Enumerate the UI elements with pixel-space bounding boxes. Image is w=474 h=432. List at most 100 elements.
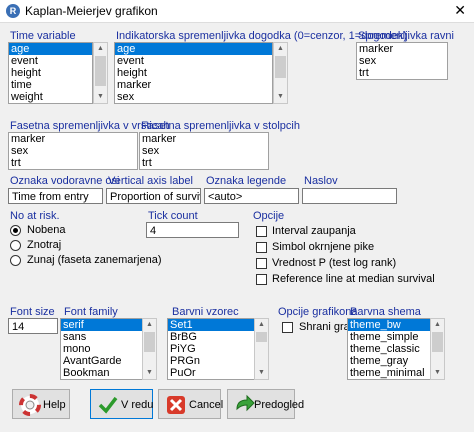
list-item[interactable]: time [9, 79, 92, 91]
list-item[interactable]: marker [140, 133, 268, 145]
list-item[interactable]: PuOr [168, 367, 254, 379]
scroll-thumb[interactable] [144, 332, 155, 352]
time-variable-scrollbar[interactable]: ▲ ▼ [93, 42, 108, 104]
help-button-label: Help [43, 399, 66, 411]
list-item[interactable]: theme_minimal [348, 367, 430, 379]
list-item[interactable]: Set1 [168, 319, 254, 331]
list-item[interactable]: mono [61, 343, 142, 355]
checkmark-icon [98, 396, 118, 414]
checkbox-icon[interactable] [256, 242, 267, 253]
list-item[interactable]: weight [9, 91, 92, 103]
scroll-thumb[interactable] [432, 332, 443, 352]
list-item[interactable]: marker [115, 79, 272, 91]
list-item[interactable]: theme_classic [348, 343, 430, 355]
list-item[interactable]: age [9, 43, 92, 55]
checkbox-icon[interactable] [256, 258, 267, 269]
font-family-scrollbar[interactable]: ▲ ▼ [142, 318, 157, 380]
option-label: Simbol okrnjene pike [272, 241, 375, 253]
checkbox-icon[interactable] [256, 274, 267, 285]
checkbox-icon[interactable] [256, 226, 267, 237]
option-label: Reference line at median survival [272, 273, 435, 285]
scroll-thumb[interactable] [275, 56, 286, 78]
list-item[interactable]: height [115, 67, 272, 79]
list-item[interactable]: serif [61, 319, 142, 331]
title-caption: Naslov [304, 175, 338, 187]
strata-list[interactable]: marker sex trt [356, 42, 448, 80]
list-item[interactable]: sex [9, 145, 137, 157]
facet-rows-list[interactable]: marker sex trt [8, 132, 138, 170]
list-item[interactable]: marker [9, 133, 137, 145]
ok-button[interactable]: V redu [90, 389, 153, 419]
scroll-up-icon[interactable]: ▲ [143, 319, 156, 331]
scroll-down-icon[interactable]: ▼ [274, 91, 287, 103]
save-graph-label: Shrani graf [299, 321, 353, 333]
list-item[interactable]: trt [9, 157, 137, 169]
close-icon[interactable]: ✕ [454, 2, 466, 19]
list-item[interactable]: trt [357, 67, 447, 79]
palette-scrollbar[interactable]: ▲ ▼ [254, 318, 269, 380]
list-item[interactable]: trt [140, 157, 268, 169]
list-item[interactable]: marker [357, 43, 447, 55]
list-item[interactable]: theme_gray [348, 355, 430, 367]
scroll-up-icon[interactable]: ▲ [274, 43, 287, 55]
list-item[interactable]: theme_bw [348, 319, 430, 331]
list-item[interactable]: event [9, 55, 92, 67]
scroll-down-icon[interactable]: ▼ [143, 367, 156, 379]
preview-button[interactable]: Predogled [227, 389, 304, 419]
tick-count-input[interactable]: 4 [146, 222, 239, 238]
list-item[interactable]: theme_simple [348, 331, 430, 343]
time-variable-list[interactable]: age event height time weight [8, 42, 93, 104]
font-family-list[interactable]: serif sans mono AvantGarde Bookman [60, 318, 143, 380]
color-scheme-list[interactable]: theme_bw theme_simple theme_classic theme_g… [347, 318, 431, 380]
event-indicator-list[interactable]: age event height marker sex [114, 42, 273, 104]
list-item[interactable]: age [115, 43, 272, 55]
help-button[interactable]: Help [12, 389, 70, 419]
checkbox-icon[interactable] [282, 322, 293, 333]
at-risk-option-label: Znotraj [27, 239, 62, 251]
at-risk-option-label: Nobena [27, 224, 66, 236]
x-axis-label-input[interactable]: Time from entry [8, 188, 103, 204]
list-item[interactable]: sex [115, 91, 272, 103]
tick-count-label: Tick count [148, 210, 198, 222]
legend-label-input[interactable]: <auto> [204, 188, 299, 204]
color-scheme-scrollbar[interactable]: ▲ ▼ [430, 318, 445, 380]
cancel-button[interactable]: Cancel [158, 389, 223, 419]
radio-icon[interactable] [10, 225, 21, 236]
scroll-down-icon[interactable]: ▼ [94, 91, 107, 103]
list-item[interactable]: sex [357, 55, 447, 67]
scroll-thumb[interactable] [95, 56, 106, 86]
facet-cols-label: Fasetna spremenljivka v stolpcih [141, 120, 300, 132]
font-size-input[interactable]: 14 [8, 318, 58, 334]
legend-label-caption: Oznaka legende [206, 175, 287, 187]
list-item[interactable]: PiYG [168, 343, 254, 355]
option-label: Vrednost P (test log rank) [272, 257, 397, 269]
list-item[interactable]: sans [61, 331, 142, 343]
radio-icon[interactable] [10, 255, 21, 266]
font-size-label: Font size [10, 306, 55, 318]
y-axis-label-input[interactable]: Proportion of survival [106, 188, 201, 204]
scroll-down-icon[interactable]: ▼ [255, 367, 268, 379]
scroll-down-icon[interactable]: ▼ [431, 367, 444, 379]
list-item[interactable]: AvantGarde [61, 355, 142, 367]
title-input[interactable] [302, 188, 397, 204]
list-item[interactable]: event [115, 55, 272, 67]
list-item[interactable]: PRGn [168, 355, 254, 367]
scroll-thumb[interactable] [256, 332, 267, 342]
title-bar: R Kaplan-Meierjev grafikon ✕ [0, 0, 474, 23]
option-label: Interval zaupanja [272, 225, 356, 237]
list-item[interactable]: sex [140, 145, 268, 157]
strata-label: Spremenljivka ravni [358, 30, 454, 42]
scroll-up-icon[interactable]: ▲ [255, 319, 268, 331]
list-item[interactable]: BrBG [168, 331, 254, 343]
list-item[interactable]: height [9, 67, 92, 79]
list-item[interactable]: Bookman [61, 367, 142, 379]
ok-button-label: V redu [121, 399, 154, 411]
palette-label: Barvni vzorec [172, 306, 239, 318]
event-indicator-scrollbar[interactable]: ▲ ▼ [273, 42, 288, 104]
facet-cols-list[interactable]: marker sex trt [139, 132, 269, 170]
scroll-up-icon[interactable]: ▲ [431, 319, 444, 331]
options-label: Opcije [253, 210, 285, 222]
scroll-up-icon[interactable]: ▲ [94, 43, 107, 55]
radio-icon[interactable] [10, 240, 21, 251]
palette-list[interactable]: Set1 BrBG PiYG PRGn PuOr [167, 318, 255, 380]
